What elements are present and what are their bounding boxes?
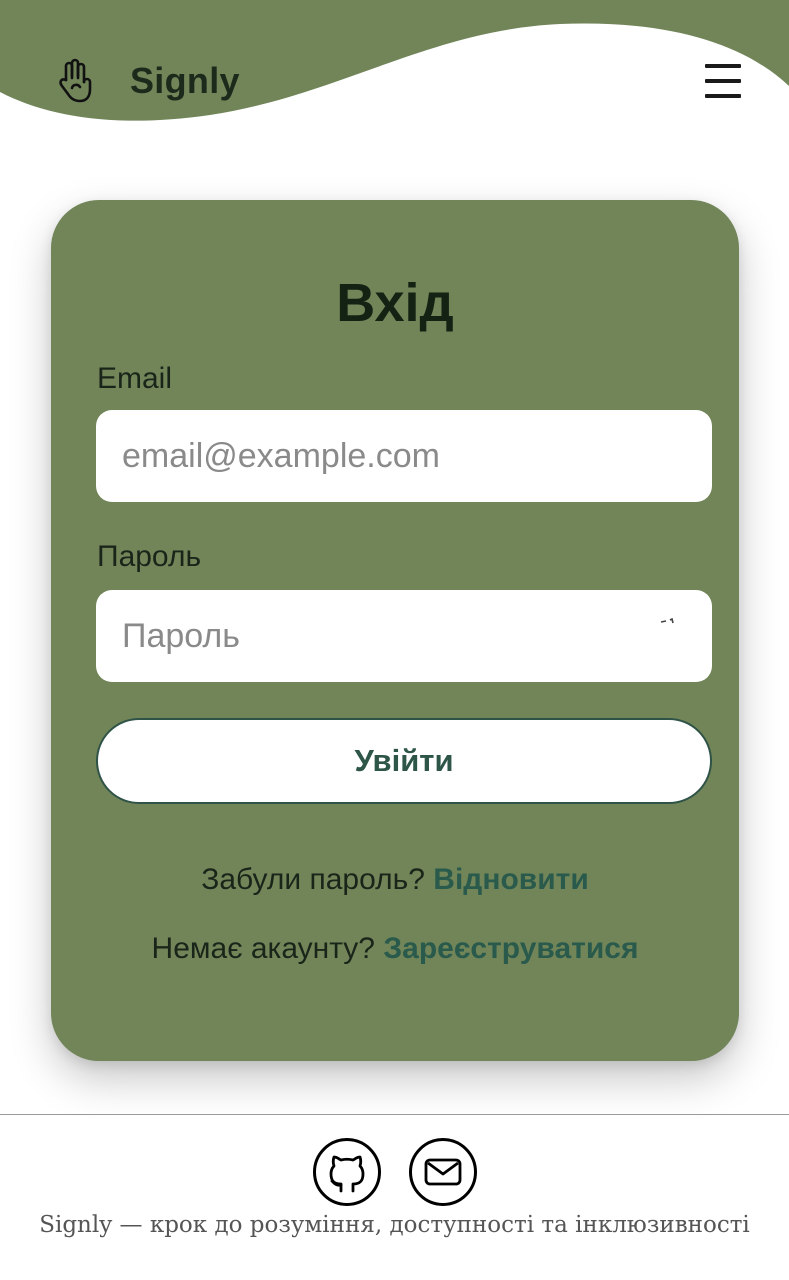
footer-divider: [0, 1114, 789, 1115]
header-wave: [0, 0, 789, 121]
github-icon: [329, 1155, 365, 1193]
hand-logo-icon: [59, 58, 92, 103]
no-account-text: Немає акаунту?: [151, 932, 375, 965]
forgot-password-text: Забули пароль?: [201, 863, 425, 896]
restore-password-link[interactable]: Відновити: [433, 863, 589, 896]
mail-link[interactable]: [409, 1138, 477, 1206]
menu-line-icon: [705, 64, 741, 68]
email-label: Email: [97, 362, 173, 395]
register-line: Немає акаунту? Зареєструватися: [51, 932, 739, 966]
hamburger-menu-button[interactable]: [705, 64, 743, 102]
register-link[interactable]: Зареєструватися: [383, 932, 638, 965]
footer-tagline: Signly — крок до розуміння, доступності …: [39, 1212, 750, 1238]
brand-name[interactable]: Signly: [130, 60, 240, 102]
login-button[interactable]: Увійти: [96, 718, 712, 804]
mail-icon: [424, 1158, 462, 1186]
menu-line-icon: [705, 79, 741, 83]
forgot-password-line: Забули пароль? Відновити: [51, 863, 739, 897]
login-title: Вхід: [336, 273, 454, 333]
menu-line-icon: [705, 94, 741, 98]
email-field[interactable]: [96, 410, 712, 502]
eye-toggle-icon[interactable]: [658, 616, 686, 630]
password-label: Пароль: [97, 540, 202, 573]
github-link[interactable]: [313, 1138, 381, 1206]
login-card: Вхід Email Пароль Увійти Забули пароль? …: [51, 200, 739, 1061]
password-field[interactable]: [96, 590, 712, 682]
